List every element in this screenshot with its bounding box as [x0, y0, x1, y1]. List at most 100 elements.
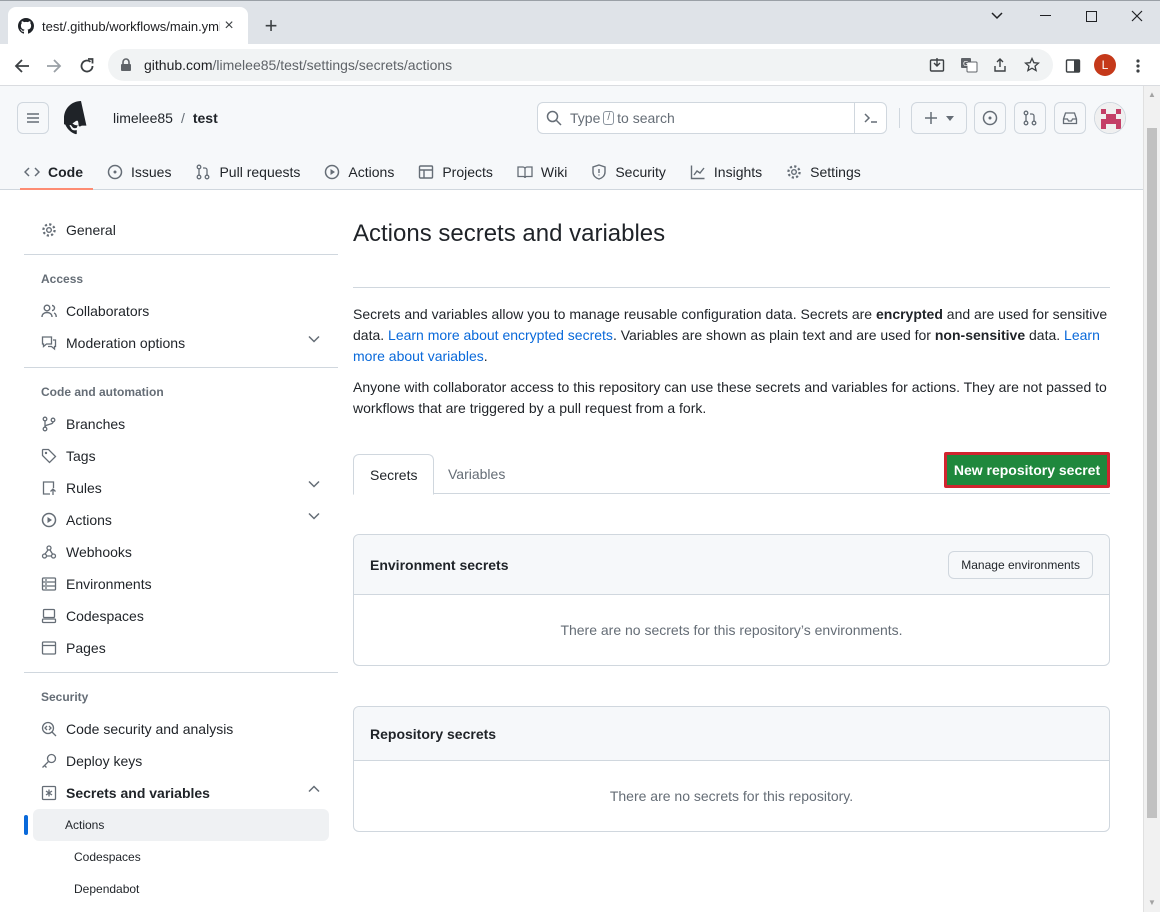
people-icon: [40, 302, 58, 320]
play-icon: [324, 164, 340, 180]
comment-discussion-icon: [40, 334, 58, 352]
forward-arrow-icon[interactable]: [40, 52, 68, 80]
tab-issues-label: Issues: [131, 164, 172, 180]
description-bold-nonsensitive: non-sensitive: [934, 327, 1026, 343]
close-tab-icon[interactable]: ×: [220, 17, 238, 35]
chevron-down-icon[interactable]: [308, 335, 320, 343]
share-icon[interactable]: [990, 55, 1010, 75]
scroll-down-arrow-icon[interactable]: ▼: [1148, 898, 1156, 907]
sidebar-item-rules[interactable]: Rules: [24, 472, 338, 504]
sidebar-item-webhooks[interactable]: Webhooks: [24, 536, 338, 568]
address-bar[interactable]: github.com/limelee85/test/settings/secre…: [108, 49, 1053, 81]
github-favicon-icon: [18, 18, 34, 34]
issues-shortcut-button[interactable]: [974, 102, 1006, 134]
issue-circle-icon: [982, 110, 998, 126]
url-path: /limelee85/test/settings/secrets/actions: [212, 57, 453, 73]
pull-requests-shortcut-button[interactable]: [1014, 102, 1046, 134]
sidebar-item-deploy-keys[interactable]: Deploy keys: [24, 745, 338, 777]
scroll-up-arrow-icon[interactable]: ▲: [1148, 90, 1156, 99]
play-icon: [40, 511, 58, 529]
pull-request-icon: [1022, 110, 1038, 126]
tab-variables[interactable]: Variables: [432, 454, 521, 494]
breadcrumb: limelee85 / test: [113, 110, 218, 126]
sidebar-item-general[interactable]: General: [24, 214, 338, 246]
sidebar-item-environments[interactable]: Environments: [24, 568, 338, 600]
sidebar-subitem-codespaces[interactable]: Codespaces: [33, 841, 329, 873]
translate-icon[interactable]: G: [959, 55, 979, 75]
chevron-down-icon[interactable]: [308, 480, 320, 488]
chevron-up-icon[interactable]: [308, 785, 320, 793]
tab-secrets[interactable]: Secrets: [353, 454, 435, 495]
tab-settings[interactable]: Settings: [786, 154, 873, 190]
code-icon: [24, 164, 40, 180]
tab-wiki[interactable]: Wiki: [517, 154, 579, 190]
sidebar-item-label: Moderation options: [66, 335, 186, 351]
sidebar-subitem-actions[interactable]: Actions: [24, 809, 329, 841]
search-placeholder-type: Type: [570, 110, 601, 126]
sidebar-item-secrets-variables[interactable]: Secrets and variables: [24, 777, 338, 809]
command-palette-icon[interactable]: [854, 103, 886, 133]
plus-icon: [924, 111, 938, 125]
owner-link[interactable]: limelee85: [113, 110, 173, 126]
learn-more-secrets-link[interactable]: Learn more about encrypted secrets: [388, 327, 613, 343]
hamburger-menu-icon[interactable]: [17, 102, 49, 134]
search-input[interactable]: Type / to search: [537, 102, 887, 134]
sidebar-item-moderation[interactable]: Moderation options: [24, 327, 338, 359]
back-arrow-icon[interactable]: [8, 52, 36, 80]
close-window-icon[interactable]: [1114, 1, 1160, 31]
reload-icon[interactable]: [73, 52, 101, 80]
create-new-button[interactable]: [911, 102, 967, 134]
tab-code[interactable]: Code: [20, 154, 95, 190]
minimize-icon[interactable]: [1022, 1, 1068, 31]
chevron-down-icon[interactable]: [308, 512, 320, 520]
bookmark-star-icon[interactable]: [1022, 55, 1042, 75]
scrollbar-thumb[interactable]: [1147, 128, 1157, 818]
new-repository-secret-button[interactable]: New repository secret: [944, 452, 1110, 488]
tab-search-chevron-icon[interactable]: [974, 1, 1020, 31]
lock-icon[interactable]: [120, 58, 132, 72]
new-tab-icon[interactable]: +: [258, 13, 284, 39]
github-logo-icon[interactable]: [64, 101, 98, 135]
caret-down-icon: [946, 115, 954, 121]
asterisk-icon: [40, 784, 58, 802]
side-panel-icon[interactable]: [1059, 52, 1087, 80]
install-app-icon[interactable]: [927, 55, 947, 75]
search-placeholder-rest: to search: [617, 110, 675, 126]
tab-security[interactable]: Security: [591, 154, 678, 190]
sidebar-item-actions[interactable]: Actions: [24, 504, 338, 536]
manage-environments-button[interactable]: Manage environments: [948, 551, 1093, 579]
sidebar-item-code-security[interactable]: Code security and analysis: [24, 713, 338, 745]
environment-secrets-box: Environment secrets Manage environments …: [353, 534, 1110, 666]
repo-nav: Code Issues Pull requests Actions Projec…: [20, 154, 885, 190]
tab-insights[interactable]: Insights: [690, 154, 774, 190]
inbox-button[interactable]: [1054, 102, 1086, 134]
browser-tab[interactable]: test/.github/workflows/main.yml ×: [8, 7, 248, 45]
webhook-icon: [40, 543, 58, 561]
description-text: Secrets and variables allow you to manag…: [353, 306, 876, 322]
kebab-menu-icon[interactable]: [1124, 52, 1152, 80]
tab-actions-label: Actions: [348, 164, 395, 180]
repo-link[interactable]: test: [193, 110, 218, 126]
sidebar-subitem-dependabot[interactable]: Dependabot: [33, 873, 329, 905]
profile-avatar[interactable]: L: [1094, 54, 1116, 76]
page-scrollbar[interactable]: ▲ ▼: [1143, 86, 1160, 912]
environment-secrets-header: Environment secrets Manage environments: [354, 535, 1109, 595]
tab-wiki-label: Wiki: [540, 164, 568, 180]
sidebar-item-codespaces[interactable]: Codespaces: [24, 600, 338, 632]
user-avatar[interactable]: [1094, 102, 1126, 134]
sidebar-item-label: Code security and analysis: [66, 721, 234, 737]
maximize-icon[interactable]: [1068, 1, 1114, 31]
sidebar-item-pages[interactable]: Pages: [24, 632, 338, 664]
tab-issues[interactable]: Issues: [107, 154, 183, 190]
sidebar-item-tags[interactable]: Tags: [24, 440, 338, 472]
browser-icon: [40, 639, 58, 657]
tab-actions[interactable]: Actions: [324, 154, 406, 190]
sidebar-item-collaborators[interactable]: Collaborators: [24, 295, 338, 327]
sidebar-heading-code: Code and automation: [41, 385, 164, 399]
sidebar-item-label: Deploy keys: [66, 753, 143, 769]
tab-projects[interactable]: Projects: [418, 154, 505, 190]
sidebar-item-branches[interactable]: Branches: [24, 408, 338, 440]
tab-code-label: Code: [48, 164, 83, 180]
breadcrumb-separator: /: [180, 110, 185, 126]
tab-pull-requests[interactable]: Pull requests: [195, 154, 312, 190]
